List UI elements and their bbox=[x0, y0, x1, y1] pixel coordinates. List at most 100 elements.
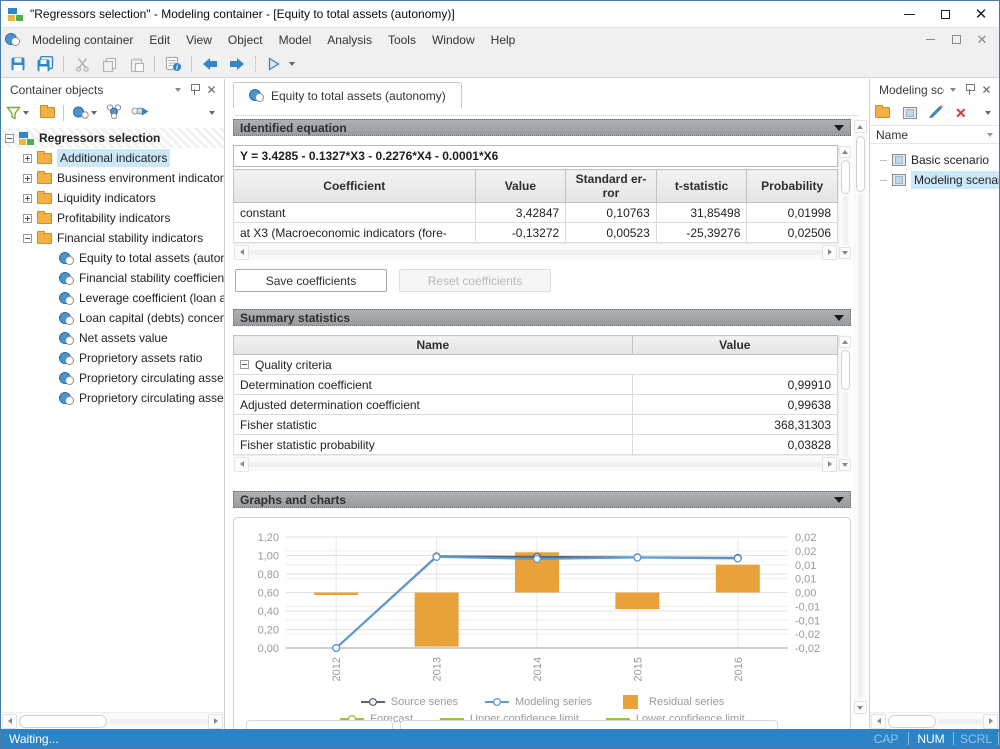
table-row[interactable]: Fisher statistic probability0,03828 bbox=[234, 435, 838, 455]
table-row[interactable]: constant3,428470,1076331,854980,01998 bbox=[234, 203, 838, 223]
scroll-right-button[interactable] bbox=[983, 714, 998, 729]
vscroll-thumb[interactable] bbox=[841, 160, 850, 194]
scroll-up-button[interactable] bbox=[854, 120, 867, 133]
panel-close-button[interactable]: ✕ bbox=[978, 82, 995, 98]
panel-pin-button[interactable] bbox=[961, 82, 978, 98]
collapse-expander-icon[interactable] bbox=[23, 174, 32, 183]
tree-folder[interactable]: Financial stability indicators bbox=[1, 228, 224, 248]
coefficients-vscrollbar[interactable] bbox=[838, 145, 851, 260]
copy-button[interactable] bbox=[97, 53, 121, 75]
menu-item-analysis[interactable]: Analysis bbox=[319, 30, 380, 50]
tree-leaf-model[interactable]: Equity to total assets (autono bbox=[1, 248, 224, 268]
hidden-bottom-tab[interactable] bbox=[246, 720, 393, 729]
equation-box[interactable]: Y = 3.4285 - 0.1327*X3 - 0.2276*X4 - 0.0… bbox=[233, 145, 838, 167]
panel-menu-button[interactable] bbox=[169, 82, 186, 98]
edit-scenario-button[interactable] bbox=[928, 104, 944, 122]
forward-button[interactable] bbox=[225, 53, 249, 75]
table-row[interactable]: at X3 (Macroeconomic indicators (fore--0… bbox=[234, 223, 838, 243]
table-row[interactable]: Fisher statistic368,31303 bbox=[234, 415, 838, 435]
column-header[interactable]: t-statistic bbox=[656, 170, 747, 203]
hscroll-track[interactable] bbox=[938, 719, 983, 724]
column-header[interactable]: Probability bbox=[747, 170, 838, 203]
menu-item-tools[interactable]: Tools bbox=[380, 30, 424, 50]
scroll-up-button[interactable] bbox=[839, 146, 851, 158]
menu-item-object[interactable]: Object bbox=[220, 30, 271, 50]
left-panel-hscrollbar[interactable] bbox=[1, 712, 224, 729]
scroll-right-button[interactable] bbox=[208, 714, 223, 729]
collapse-expander-icon[interactable] bbox=[5, 134, 14, 143]
scroll-down-button[interactable] bbox=[839, 459, 851, 471]
vscroll-track[interactable] bbox=[843, 196, 848, 245]
hscroll-track[interactable] bbox=[249, 462, 822, 467]
column-header[interactable]: Name bbox=[234, 336, 633, 355]
save-all-button[interactable] bbox=[33, 53, 57, 75]
cut-button[interactable] bbox=[70, 53, 94, 75]
hscroll-track[interactable] bbox=[109, 719, 208, 724]
vscroll-thumb[interactable] bbox=[841, 350, 850, 390]
tree-leaf-model[interactable]: Proprietory circulating assets bbox=[1, 388, 224, 408]
column-dropdown-caret[interactable] bbox=[987, 133, 993, 137]
menu-item-help[interactable]: Help bbox=[483, 30, 524, 50]
summary-hscrollbar[interactable] bbox=[233, 455, 838, 472]
scenario-item[interactable]: Modeling scenario bbox=[870, 170, 999, 190]
scroll-left-button[interactable] bbox=[871, 714, 886, 729]
scroll-up-button[interactable] bbox=[839, 336, 851, 348]
tree-leaf-model[interactable]: Loan capital (debts) concentr bbox=[1, 308, 224, 328]
hscroll-thumb[interactable] bbox=[888, 715, 936, 728]
run-models-button[interactable] bbox=[131, 105, 151, 121]
section-summary-statistics[interactable]: Summary statistics bbox=[233, 309, 851, 326]
mdi-restore-button[interactable] bbox=[943, 30, 969, 50]
scroll-left-button[interactable] bbox=[234, 457, 249, 472]
minimize-button[interactable] bbox=[891, 1, 927, 27]
panel-pin-button[interactable] bbox=[186, 82, 203, 98]
section-identified-equation[interactable]: Identified equation bbox=[233, 119, 851, 136]
scroll-left-button[interactable] bbox=[2, 714, 17, 729]
scroll-right-button[interactable] bbox=[822, 457, 837, 472]
tab-equity-to-total-assets[interactable]: Equity to total assets (autonomy) bbox=[233, 82, 462, 108]
toolbar-overflow-caret[interactable] bbox=[209, 111, 215, 115]
menu-item-view[interactable]: View bbox=[178, 30, 220, 50]
scenarios-column-header[interactable]: Name bbox=[870, 125, 999, 144]
column-header[interactable]: Value bbox=[632, 336, 837, 355]
tree-leaf-model[interactable]: Leverage coefficient (loan ass bbox=[1, 288, 224, 308]
vscroll-track[interactable] bbox=[858, 194, 863, 699]
paste-button[interactable] bbox=[124, 53, 148, 75]
object-properties-button[interactable]: i bbox=[161, 53, 185, 75]
main-vscrollbar[interactable] bbox=[853, 119, 867, 715]
menu-item-modeling-container[interactable]: Modeling container bbox=[24, 30, 141, 50]
collapse-expander-icon[interactable] bbox=[23, 194, 32, 203]
new-folder-button[interactable] bbox=[875, 107, 890, 118]
legend-item[interactable]: Source series bbox=[360, 695, 458, 709]
save-coefficients-button[interactable]: Save coefficients bbox=[235, 269, 387, 292]
legend-item[interactable]: Modeling series bbox=[484, 695, 592, 709]
section-graphs-and-charts[interactable]: Graphs and charts bbox=[233, 491, 851, 508]
save-button[interactable] bbox=[6, 53, 30, 75]
scroll-right-button[interactable] bbox=[822, 245, 837, 260]
vscroll-track[interactable] bbox=[843, 392, 848, 457]
new-model-button[interactable] bbox=[72, 106, 97, 120]
close-button[interactable]: ✕ bbox=[963, 1, 999, 27]
summary-vscrollbar[interactable] bbox=[838, 335, 851, 472]
back-button[interactable] bbox=[198, 53, 222, 75]
new-folder-button[interactable] bbox=[40, 107, 55, 118]
run-dropdown-caret[interactable] bbox=[289, 62, 295, 66]
run-button[interactable] bbox=[262, 53, 286, 75]
collapse-expander-icon[interactable] bbox=[240, 360, 249, 369]
mdi-close-button[interactable]: ✕ bbox=[969, 30, 995, 50]
tree-root[interactable]: Regressors selection bbox=[1, 128, 224, 148]
tree-leaf-model[interactable]: Proprietory assets ratio bbox=[1, 348, 224, 368]
scroll-down-button[interactable] bbox=[839, 247, 851, 259]
collapse-expander-icon[interactable] bbox=[23, 214, 32, 223]
tree-folder[interactable]: Profitability indicators bbox=[1, 208, 224, 228]
panel-menu-button[interactable] bbox=[944, 82, 961, 98]
toolbar-overflow-caret[interactable] bbox=[985, 111, 991, 115]
tree-folder[interactable]: Business environment indicators bbox=[1, 168, 224, 188]
scenario-item[interactable]: Basic scenario bbox=[870, 150, 999, 170]
scroll-down-button[interactable] bbox=[854, 701, 867, 714]
model-group-button[interactable] bbox=[106, 104, 122, 122]
model-chart[interactable]: 1,201,000,800,600,400,200,000,020,020,01… bbox=[236, 523, 836, 691]
mdi-minimize-button[interactable] bbox=[917, 30, 943, 50]
table-row[interactable]: Determination coefficient0,99910 bbox=[234, 375, 838, 395]
new-scenario-button[interactable] bbox=[903, 107, 917, 119]
hscroll-thumb[interactable] bbox=[19, 715, 107, 728]
